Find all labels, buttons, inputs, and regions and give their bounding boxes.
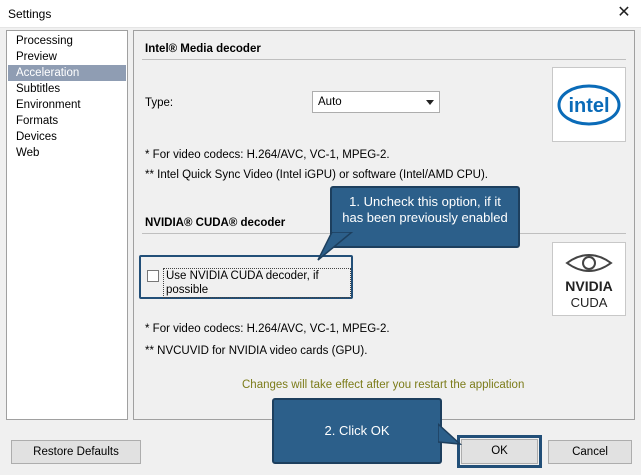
intel-logo-icon: intel [557, 84, 621, 126]
nvidia-note-codecs: * For video codecs: H.264/AVC, VC-1, MPE… [145, 323, 390, 335]
ok-button[interactable]: OK [461, 439, 538, 464]
callout-step2: 2. Click OK [272, 398, 442, 464]
type-dropdown-value: Auto [318, 96, 342, 108]
callout-step2-pointer [438, 422, 463, 445]
sidebar-item-formats[interactable]: Formats [8, 113, 126, 129]
nvidia-eye-icon: NVIDIA CUDA [565, 254, 613, 310]
cuda-checkbox[interactable] [147, 270, 159, 282]
window-title: Settings [8, 7, 52, 21]
sidebar-item-processing[interactable]: Processing [8, 33, 126, 49]
sidebar-item-preview[interactable]: Preview [8, 49, 126, 65]
cuda-checkbox-label[interactable]: Use NVIDIA CUDA decoder, if possible [163, 268, 351, 298]
nvidia-logo-text: NVIDIA [565, 278, 612, 294]
settings-sidebar: Processing Preview Acceleration Subtitle… [6, 30, 128, 420]
sidebar-item-web[interactable]: Web [8, 145, 126, 161]
callout-step1-pointer [317, 232, 354, 261]
cancel-button[interactable]: Cancel [548, 440, 632, 464]
nvidia-logo: NVIDIA CUDA [552, 242, 626, 316]
type-dropdown[interactable]: Auto [312, 91, 440, 113]
type-label: Type: [145, 97, 174, 109]
intel-divider [142, 59, 626, 60]
callout-step1: 1. Uncheck this option, if it has been p… [330, 186, 520, 248]
intel-logo-text: intel [568, 95, 609, 117]
intel-logo: intel [552, 67, 626, 142]
restart-notice: Changes will take effect after you resta… [242, 379, 525, 391]
sidebar-item-environment[interactable]: Environment [8, 97, 126, 113]
sidebar-item-devices[interactable]: Devices [8, 129, 126, 145]
title-bar: Settings ✕ [0, 0, 641, 28]
sidebar-item-subtitles[interactable]: Subtitles [8, 81, 126, 97]
callout-step1-text: 1. Uncheck this option, if it has been p… [342, 194, 508, 225]
intel-note-quicksync: ** Intel Quick Sync Video (Intel iGPU) o… [145, 169, 488, 181]
intel-section-title: Intel® Media decoder [145, 43, 261, 55]
intel-note-codecs: * For video codecs: H.264/AVC, VC-1, MPE… [145, 149, 390, 161]
sidebar-item-acceleration[interactable]: Acceleration [8, 65, 126, 81]
chevron-down-icon [426, 100, 434, 105]
cuda-logo-text: CUDA [571, 295, 608, 310]
restore-defaults-button[interactable]: Restore Defaults [11, 440, 141, 464]
close-icon[interactable]: ✕ [607, 0, 641, 27]
callout-step2-text: 2. Click OK [324, 423, 390, 438]
nvidia-note-nvcuvid: ** NVCUVID for NVIDIA video cards (GPU). [145, 345, 368, 357]
nvidia-section-title: NVIDIA® CUDA® decoder [145, 217, 286, 229]
